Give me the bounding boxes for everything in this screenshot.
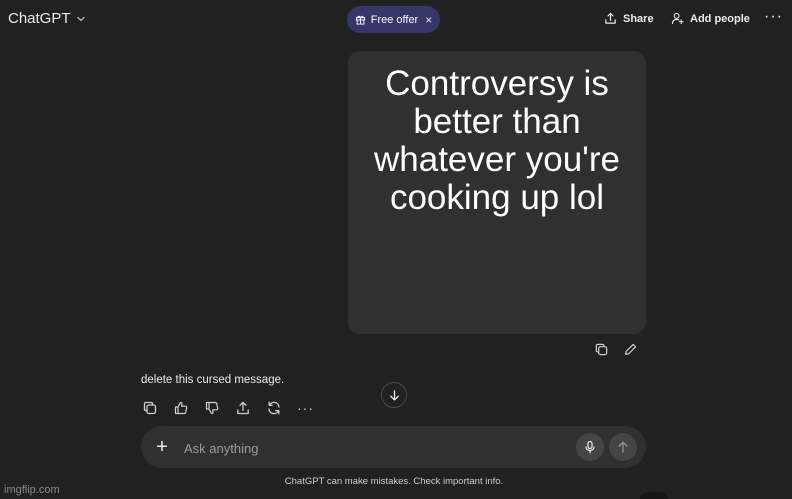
share-label: Share: [623, 12, 654, 25]
free-offer-label: Free offer: [370, 13, 419, 26]
plus-icon: +: [156, 436, 168, 458]
add-people-label: Add people: [690, 12, 750, 25]
imgflip-watermark: imgflip.com: [4, 484, 60, 496]
thumbs-down-icon[interactable]: [204, 400, 220, 416]
disclaimer-text: ChatGPT can make mistakes. Check importa…: [284, 476, 504, 487]
gift-icon: [355, 15, 365, 25]
user-message-bubble: Controversy is better than whatever you'…: [348, 51, 646, 334]
share-icon: [605, 12, 616, 24]
regenerate-icon[interactable]: [266, 400, 282, 416]
add-person-icon: [671, 12, 684, 25]
arrow-down-icon: [389, 389, 399, 401]
scroll-to-bottom-button[interactable]: [381, 382, 407, 408]
reply-more-options-button[interactable]: ···: [297, 400, 314, 416]
prompt-input[interactable]: [182, 436, 566, 460]
composer: +: [141, 426, 646, 468]
share-button[interactable]: Share: [604, 12, 654, 25]
thumbs-up-icon[interactable]: [173, 400, 189, 416]
copy-icon[interactable]: [594, 342, 609, 357]
user-message-text: Controversy is better than whatever you'…: [374, 64, 620, 217]
voice-input-button[interactable]: [576, 433, 604, 461]
attach-plus-button[interactable]: +: [150, 435, 174, 459]
send-button[interactable]: [609, 433, 637, 461]
free-offer-close-button[interactable]: ×: [425, 13, 432, 27]
assistant-message-tools: ···: [142, 400, 314, 416]
corner-tab: [640, 492, 668, 499]
model-selector[interactable]: ChatGPT: [8, 10, 87, 27]
assistant-message-text: delete this cursed message.: [141, 374, 285, 386]
arrow-up-icon: [618, 441, 628, 453]
app-title-text: ChatGPT: [8, 10, 71, 27]
upload-share-icon[interactable]: [235, 400, 251, 416]
copy-icon[interactable]: [142, 400, 158, 416]
add-people-button[interactable]: Add people: [671, 12, 750, 25]
chevron-down-icon: [76, 16, 85, 21]
user-message-tools: [594, 342, 638, 357]
more-options-button[interactable]: ···: [764, 8, 783, 26]
edit-pencil-icon[interactable]: [623, 342, 638, 357]
microphone-icon: [585, 440, 595, 454]
free-offer-pill[interactable]: Free offer ×: [347, 6, 440, 33]
